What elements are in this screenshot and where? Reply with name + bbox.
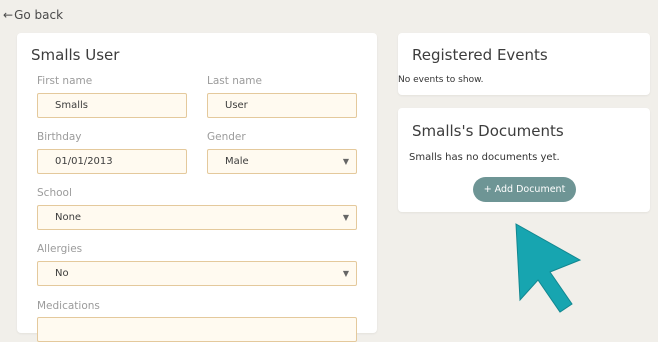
first-name-label: First name [37,75,93,87]
school-value: None [55,212,82,223]
caret-down-icon: ▼ [342,269,349,278]
medications-field[interactable] [37,317,357,342]
caret-down-icon: ▼ [342,213,349,222]
caret-down-icon: ▼ [342,157,349,166]
school-select[interactable]: None ▼ [37,205,357,230]
allergies-value: No [55,268,69,279]
add-document-button[interactable]: + Add Document [473,177,576,202]
allergies-select[interactable]: No ▼ [37,261,357,286]
last-name-label: Last name [207,75,262,87]
gender-select[interactable]: Male ▼ [207,149,357,174]
documents-card: Smalls's Documents Smalls has no documen… [398,108,650,212]
allergies-label: Allergies [37,243,83,255]
medications-label: Medications [37,300,100,312]
go-back-link[interactable]: ←Go back [3,8,63,22]
birthday-label: Birthday [37,131,82,143]
gender-value: Male [225,156,249,167]
last-name-field[interactable]: User [207,93,357,118]
birthday-value: 01/01/2013 [55,156,113,167]
events-title: Registered Events [412,46,548,64]
profile-title: Smalls User [31,46,120,64]
gender-label: Gender [207,131,246,143]
go-back-label: Go back [14,8,64,22]
documents-title: Smalls's Documents [412,122,564,140]
first-name-value: Smalls [55,100,88,111]
mouse-pointer-icon [515,223,582,313]
birthday-field[interactable]: 01/01/2013 [37,149,187,174]
arrow-left-icon: ← [3,8,14,22]
documents-empty-text: Smalls has no documents yet. [409,152,560,163]
last-name-value: User [225,100,248,111]
profile-card: Smalls User First name Smalls Last name … [17,33,377,342]
first-name-field[interactable]: Smalls [37,93,187,118]
registered-events-card: Registered Events No events to show. [398,33,650,95]
events-empty-text: No events to show. [398,75,484,85]
school-label: School [37,187,72,199]
